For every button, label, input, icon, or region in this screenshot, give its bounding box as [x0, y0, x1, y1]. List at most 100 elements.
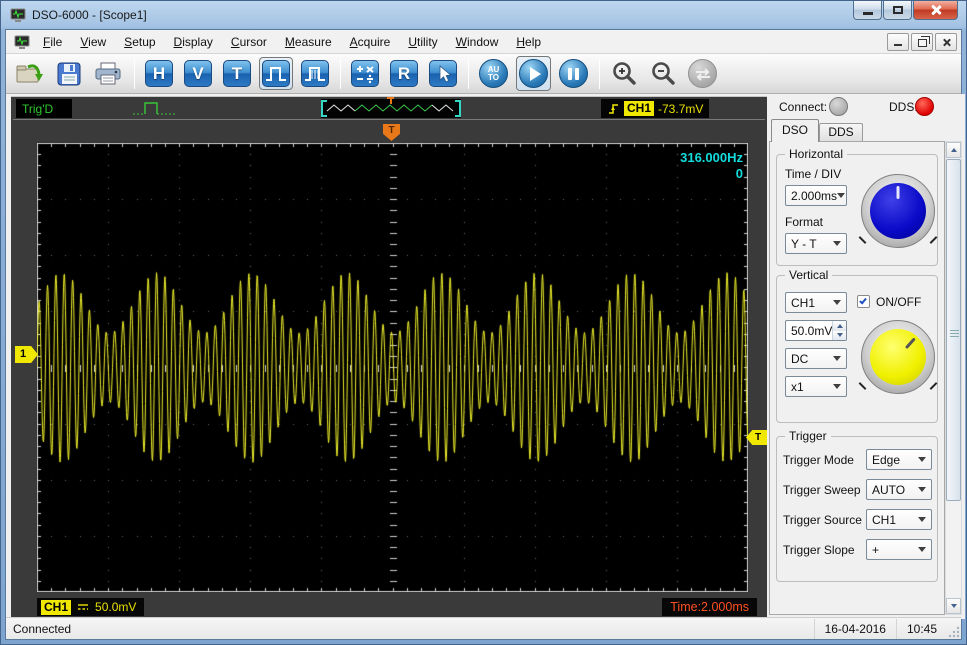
client-area: File View Setup Display Cursor Measure A… — [5, 29, 962, 640]
tab-dds[interactable]: DDS — [819, 123, 863, 142]
dso-tab-content: Horizontal Time / DIV 2.000ms Format Y -… — [769, 141, 945, 615]
menu-view[interactable]: View — [71, 31, 115, 53]
app-icon — [10, 7, 26, 23]
dds-label: DDS: — [889, 100, 918, 114]
trigger-position-marker[interactable]: T — [383, 124, 400, 141]
onoff-checkbox[interactable] — [857, 295, 870, 308]
minimize-button[interactable] — [853, 1, 882, 20]
dds-indicator — [915, 97, 934, 116]
trigger-level-marker[interactable]: T — [746, 430, 767, 445]
trigger-slope-select[interactable]: + — [866, 539, 932, 560]
control-panel: Connect: DDS: DSO DDS Horizontal Time / … — [767, 94, 965, 619]
format-select[interactable]: Y - T — [785, 233, 847, 254]
zoom-out-button[interactable] — [646, 57, 680, 91]
coupling-select[interactable]: DC — [785, 348, 847, 369]
pulse-measure-button[interactable] — [298, 57, 332, 90]
vertical-system-icon: V — [184, 60, 212, 87]
pause-button[interactable] — [556, 56, 591, 91]
select-button[interactable] — [426, 57, 460, 90]
menu-display[interactable]: Display — [165, 31, 222, 53]
cursor-arrow-icon — [429, 60, 457, 87]
math-button[interactable] — [348, 57, 382, 90]
scope-window-icon — [14, 34, 30, 50]
child-restore-icon — [918, 39, 927, 47]
scope-indicator-row: Trig'D — [13, 99, 765, 120]
horizontal-knob[interactable] — [861, 174, 935, 248]
menu-setup[interactable]: Setup — [115, 31, 164, 53]
spin-down-button[interactable] — [833, 331, 846, 341]
play-icon — [519, 59, 548, 88]
title-bar[interactable]: DSO-6000 - [Scope1] — [1, 1, 966, 29]
vertical-system-button[interactable]: V — [181, 57, 215, 90]
trigger-mode-select[interactable]: Edge — [866, 449, 932, 470]
minimize-icon — [863, 12, 873, 15]
preview-trigger-marker[interactable] — [387, 97, 394, 104]
menu-file[interactable]: File — [34, 31, 71, 53]
scope-display-area: Trig'D — [11, 96, 767, 617]
spin-up-button[interactable] — [833, 321, 846, 331]
toolbar-separator — [340, 59, 341, 89]
menu-cursor[interactable]: Cursor — [222, 31, 276, 53]
maximize-button[interactable] — [883, 1, 912, 20]
vertical-knob[interactable] — [861, 320, 935, 394]
run-button[interactable] — [516, 56, 551, 91]
panel-scrollbar[interactable] — [945, 141, 962, 615]
toolbar-separator — [468, 59, 469, 89]
child-restore-button[interactable] — [911, 33, 933, 51]
toolbar-separator — [599, 59, 600, 89]
chevron-down-icon — [833, 356, 841, 361]
frequency-readout: 316.000Hz 0 — [680, 150, 743, 182]
menu-window[interactable]: Window — [447, 31, 508, 53]
app-window: DSO-6000 - [Scope1] File View Setup Disp… — [0, 0, 967, 645]
resize-grip[interactable] — [947, 625, 961, 639]
tab-dso[interactable]: DSO — [771, 119, 819, 142]
child-minimize-button[interactable] — [887, 33, 909, 51]
time-div-select[interactable]: 2.000ms — [785, 185, 847, 206]
window-title: DSO-6000 - [Scope1] — [32, 8, 147, 22]
main-area: Trig'D — [6, 94, 961, 617]
child-minimize-icon — [894, 44, 902, 46]
channel-select[interactable]: CH1 — [785, 292, 847, 313]
channel1-position-marker[interactable]: 1 — [15, 346, 38, 363]
zoom-in-icon — [610, 60, 638, 88]
trigger-system-button[interactable]: T — [220, 57, 254, 90]
print-button[interactable] — [90, 58, 126, 90]
scrollbar-thumb[interactable] — [946, 159, 961, 501]
reference-icon: R — [390, 60, 418, 87]
close-button[interactable] — [913, 1, 958, 20]
zoom-in-button[interactable] — [607, 57, 641, 91]
menu-utility[interactable]: Utility — [399, 31, 446, 53]
connection-status: Connected — [6, 622, 814, 636]
child-close-button[interactable] — [935, 33, 957, 51]
reference-button[interactable]: R — [387, 57, 421, 90]
trigger-group: Trigger Trigger Mode Edge Trigger Sweep … — [776, 436, 938, 582]
channel-badge: CH1 — [41, 600, 71, 615]
status-date: 16-04-2016 — [814, 619, 896, 639]
volts-div-stepper[interactable]: 50.0mV — [785, 320, 847, 341]
chevron-down-icon — [918, 517, 926, 522]
pulse-display-button[interactable] — [259, 57, 293, 90]
format-label: Format — [785, 215, 823, 229]
scroll-up-button[interactable] — [946, 142, 961, 158]
pulse-indicator-icon — [131, 99, 179, 118]
chevron-down-icon — [833, 300, 841, 305]
trigger-slope-label: Trigger Slope — [783, 543, 855, 557]
frequency-counter: 0 — [680, 166, 743, 182]
trigger-readout: CH1 -73.7mV — [601, 99, 709, 118]
auto-setup-button[interactable]: AUTO — [476, 56, 511, 91]
trigger-sweep-select[interactable]: AUTO — [866, 479, 932, 500]
horizontal-system-button[interactable]: H — [142, 57, 176, 90]
menu-help[interactable]: Help — [507, 31, 550, 53]
vertical-group-title: Vertical — [785, 268, 832, 282]
menu-acquire[interactable]: Acquire — [341, 31, 400, 53]
menu-measure[interactable]: Measure — [276, 31, 341, 53]
probe-select[interactable]: x1 — [785, 376, 847, 397]
record-preview[interactable] — [321, 99, 461, 118]
trigger-source-label: Trigger Source — [783, 513, 862, 527]
save-button[interactable] — [53, 58, 85, 90]
open-button[interactable] — [12, 57, 48, 91]
arrow-up-icon — [951, 148, 957, 152]
scroll-down-button[interactable] — [946, 598, 961, 614]
trigger-source-select[interactable]: CH1 — [866, 509, 932, 530]
time-div-label: Time / DIV — [785, 167, 841, 181]
